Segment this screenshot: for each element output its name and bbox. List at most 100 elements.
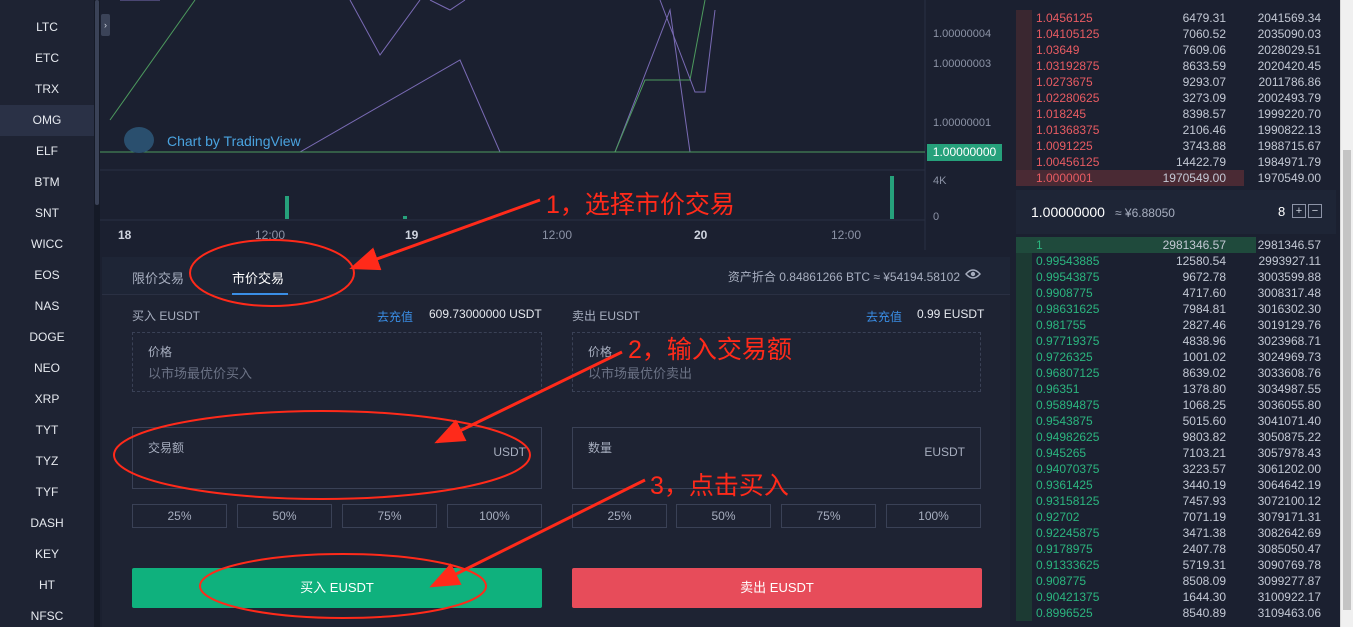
bid-row[interactable]: 0.9726325 1001.02 3024969.73 [1016, 349, 1336, 365]
coin-item-nas[interactable]: NAS [0, 291, 94, 322]
coin-item-nfsc[interactable]: NFSC [0, 601, 94, 627]
coin-item-tyz[interactable]: TYZ [0, 446, 94, 477]
depth-decrease-button[interactable]: − [1308, 204, 1322, 218]
ask-row[interactable]: 1.04105125 7060.52 2035090.03 [1016, 26, 1336, 42]
ask-price: 1.02280625 [1036, 91, 1100, 105]
depth-bar [1016, 269, 1032, 285]
coin-item-neo[interactable]: NEO [0, 353, 94, 384]
ask-row[interactable]: 1.0091225 3743.88 1988715.67 [1016, 138, 1336, 154]
ask-total: 1988715.67 [1257, 139, 1321, 153]
coin-item-key[interactable]: KEY [0, 539, 94, 570]
bid-row[interactable]: 0.945265 7103.21 3057978.43 [1016, 445, 1336, 461]
coin-item-xrp[interactable]: XRP [0, 384, 94, 415]
sell-100-percent-button[interactable]: 100% [886, 504, 981, 528]
coin-item-tyf[interactable]: TYF [0, 477, 94, 508]
bid-row[interactable]: 0.93158125 7457.93 3072100.12 [1016, 493, 1336, 509]
buy-75-percent-button[interactable]: 75% [342, 504, 437, 528]
ask-row[interactable]: 1.018245 8398.57 1999220.70 [1016, 106, 1336, 122]
ask-row[interactable]: 1.0000001 1970549.00 1970549.00 [1016, 170, 1336, 186]
ask-amount: 7060.52 [1182, 27, 1226, 41]
mid-price-cny: ≈ ¥6.88050 [1115, 206, 1175, 220]
coin-item-btm[interactable]: BTM [0, 167, 94, 198]
bid-row[interactable]: 0.8996525 8540.89 3109463.06 [1016, 605, 1336, 621]
sell-25-percent-button[interactable]: 25% [572, 504, 667, 528]
bid-price: 0.8996525 [1036, 606, 1093, 620]
buy-amount-unit: USDT [493, 445, 526, 459]
bid-row[interactable]: 0.94070375 3223.57 3061202.00 [1016, 461, 1336, 477]
coin-item-omg[interactable]: OMG [0, 105, 94, 136]
ask-row[interactable]: 1.0273675 9293.07 2011786.86 [1016, 74, 1336, 90]
sell-balance: 0.99 EUSDT [917, 307, 985, 321]
bid-total: 3057978.43 [1257, 446, 1321, 460]
ask-row[interactable]: 1.0456125 6479.31 2041569.34 [1016, 10, 1336, 26]
bid-row[interactable]: 1 2981346.57 2981346.57 [1016, 237, 1336, 253]
bid-row[interactable]: 0.90421375 1644.30 3100922.17 [1016, 589, 1336, 605]
depth-increase-button[interactable]: + [1292, 204, 1306, 218]
bid-row[interactable]: 0.92245875 3471.38 3082642.69 [1016, 525, 1336, 541]
coin-item-tyt[interactable]: TYT [0, 415, 94, 446]
tab-market-trade[interactable]: 市价交易 [232, 268, 284, 287]
bid-row[interactable]: 0.94982625 9803.82 3050875.22 [1016, 429, 1336, 445]
expand-sidebar-button[interactable]: › [101, 14, 110, 36]
bid-row[interactable]: 0.9361425 3440.19 3064642.19 [1016, 477, 1336, 493]
depth-bar [1016, 509, 1032, 525]
time-axis-label: 12:00 [255, 228, 286, 242]
coin-item-ltc[interactable]: LTC [0, 12, 94, 43]
ask-row[interactable]: 1.00456125 14422.79 1984971.79 [1016, 154, 1336, 170]
coin-item-wicc[interactable]: WICC [0, 229, 94, 260]
buy-100-percent-button[interactable]: 100% [447, 504, 542, 528]
buy-25-percent-button[interactable]: 25% [132, 504, 227, 528]
coin-item-dash[interactable]: DASH [0, 508, 94, 539]
bid-row[interactable]: 0.981755 2827.46 3019129.76 [1016, 317, 1336, 333]
bid-row[interactable]: 0.95894875 1068.25 3036055.80 [1016, 397, 1336, 413]
bid-total: 3072100.12 [1257, 494, 1321, 508]
ask-total: 2011786.86 [1258, 75, 1321, 89]
coin-item-ht[interactable]: HT [0, 570, 94, 601]
sell-75-percent-button[interactable]: 75% [781, 504, 876, 528]
bid-total: 3090769.78 [1257, 558, 1321, 572]
tradingview-watermark[interactable]: Chart by TradingView [167, 133, 301, 149]
bid-row[interactable]: 0.97719375 4838.96 3023968.71 [1016, 333, 1336, 349]
depth-bar [1016, 253, 1032, 269]
bid-row[interactable]: 0.908775 8508.09 3099277.87 [1016, 573, 1336, 589]
ask-amount: 8398.57 [1182, 107, 1226, 121]
depth-bar [1016, 10, 1032, 26]
page-scrollbar[interactable] [1340, 0, 1353, 627]
depth-bar [1016, 58, 1032, 74]
tab-limit-trade[interactable]: 限价交易 [132, 268, 184, 287]
buy-button[interactable]: 买入 EUSDT [132, 568, 542, 608]
depth-bar [1016, 42, 1032, 58]
bid-row[interactable]: 0.9543875 5015.60 3041071.40 [1016, 413, 1336, 429]
bid-row[interactable]: 0.96351 1378.80 3034987.55 [1016, 381, 1336, 397]
bid-row[interactable]: 0.92702 7071.19 3079171.31 [1016, 509, 1336, 525]
bid-row[interactable]: 0.99543875 9672.78 3003599.88 [1016, 269, 1336, 285]
sell-button[interactable]: 卖出 EUSDT [572, 568, 982, 608]
coin-item-snt[interactable]: SNT [0, 198, 94, 229]
coin-item-trx[interactable]: TRX [0, 74, 94, 105]
bid-row[interactable]: 0.99543885 12580.54 2993927.11 [1016, 253, 1336, 269]
ask-row[interactable]: 1.03649 7609.06 2028029.51 [1016, 42, 1336, 58]
tradingview-logo-icon[interactable] [124, 127, 154, 153]
coin-item-elf[interactable]: ELF [0, 136, 94, 167]
ask-row[interactable]: 1.03192875 8633.59 2020420.45 [1016, 58, 1336, 74]
coin-item-doge[interactable]: DOGE [0, 322, 94, 353]
ask-row[interactable]: 1.01368375 2106.46 1990822.13 [1016, 122, 1336, 138]
bid-row[interactable]: 0.91333625 5719.31 3090769.78 [1016, 557, 1336, 573]
coin-item-eos[interactable]: EOS [0, 260, 94, 291]
coin-item-etc[interactable]: ETC [0, 43, 94, 74]
bid-row[interactable]: 0.9178975 2407.78 3085050.47 [1016, 541, 1336, 557]
scrollbar-thumb[interactable] [95, 0, 99, 205]
buy-price-placeholder: 以市场最优价买入 [148, 366, 253, 381]
buy-price-field[interactable]: 价格 以市场最优价买入 [132, 332, 542, 392]
buy-50-percent-button[interactable]: 50% [237, 504, 332, 528]
eye-icon[interactable] [965, 268, 981, 280]
ask-row[interactable]: 1.02280625 3273.09 2002493.79 [1016, 90, 1336, 106]
scrollbar-thumb[interactable] [1343, 150, 1351, 610]
buy-amount-input[interactable]: 交易额 USDT [132, 427, 542, 489]
sell-50-percent-button[interactable]: 50% [676, 504, 771, 528]
bid-row[interactable]: 0.9908775 4717.60 3008317.48 [1016, 285, 1336, 301]
sell-deposit-link[interactable]: 去充值 [866, 308, 902, 325]
buy-deposit-link[interactable]: 去充值 [377, 308, 413, 325]
bid-row[interactable]: 0.96807125 8639.02 3033608.76 [1016, 365, 1336, 381]
bid-row[interactable]: 0.98631625 7984.81 3016302.30 [1016, 301, 1336, 317]
